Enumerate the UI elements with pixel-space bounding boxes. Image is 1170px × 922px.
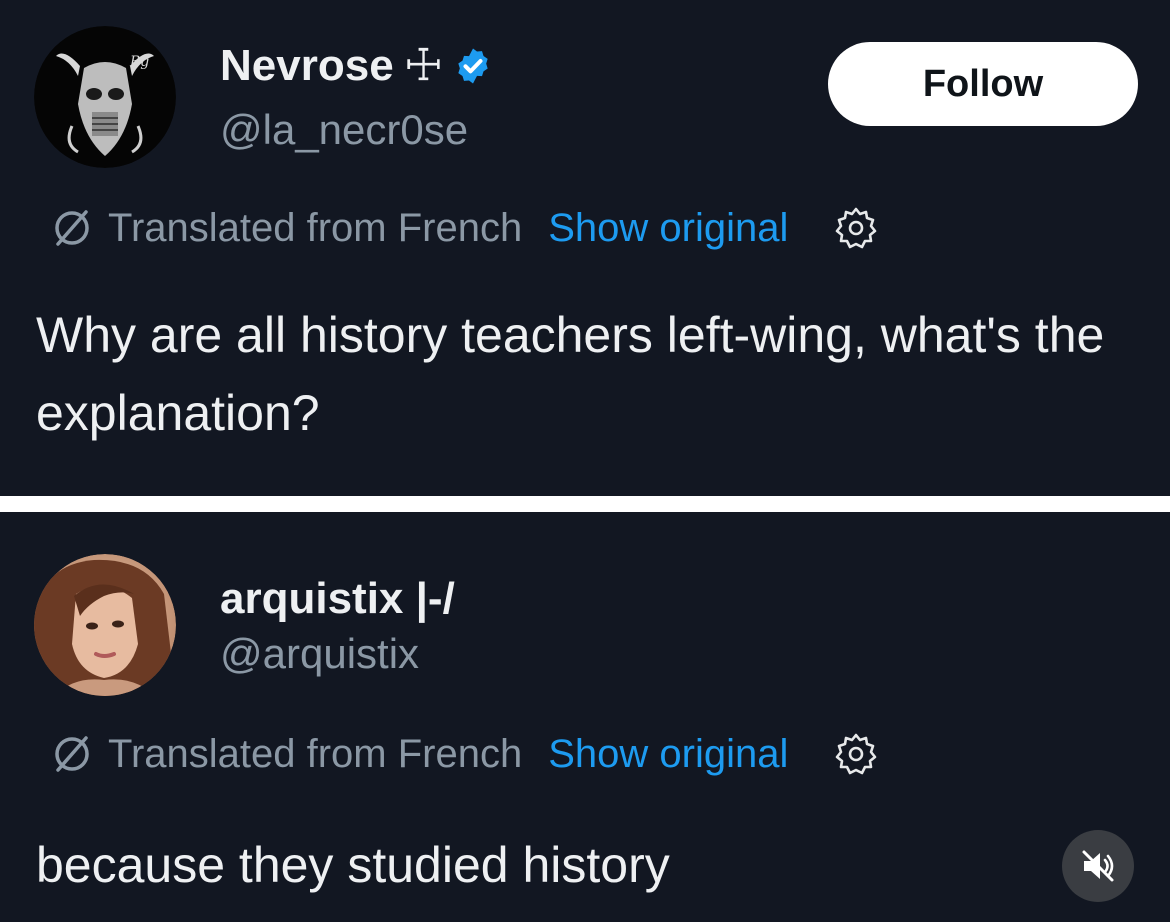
author-name-row[interactable]: arquistix |-/ — [220, 574, 455, 624]
gear-icon[interactable] — [832, 730, 880, 778]
tweet-card-bottom: arquistix |-/ @arquistix Translated from… — [0, 512, 1170, 922]
author-handle[interactable]: @arquistix — [220, 630, 419, 678]
author-name[interactable]: Nevrose — [220, 41, 394, 91]
author-name-row[interactable]: Nevrose ☩ — [220, 40, 493, 91]
avatar[interactable] — [34, 554, 176, 696]
muted-speaker-icon — [1078, 846, 1118, 886]
translated-label: Translated from French — [108, 205, 523, 250]
verified-badge-icon — [453, 46, 493, 86]
show-original-link[interactable]: Show original — [548, 206, 788, 251]
mute-button[interactable] — [1062, 830, 1134, 902]
cross-symbol: ☩ — [403, 41, 444, 90]
profile-photo-icon — [34, 554, 176, 696]
translation-notice: Translated from French Show original — [50, 730, 880, 778]
tweet-card-top: Bg Nevrose ☩ @la_necr0se Follow Translat… — [0, 0, 1170, 496]
svg-text:Bg: Bg — [129, 54, 149, 70]
author-handle[interactable]: @la_necr0se — [220, 106, 468, 154]
follow-button[interactable]: Follow — [828, 42, 1138, 126]
tweet-text: because they studied history — [36, 837, 670, 893]
translation-notice: Translated from French Show original — [50, 204, 880, 252]
translated-label: Translated from French — [108, 731, 523, 776]
translate-slash-icon — [50, 206, 94, 250]
show-original-link[interactable]: Show original — [548, 732, 788, 777]
author-name[interactable]: arquistix |-/ — [220, 574, 455, 624]
tweet-text: Why are all history teachers left-wing, … — [36, 307, 1105, 441]
goat-skull-icon: Bg — [34, 26, 176, 168]
translate-slash-icon — [50, 732, 94, 776]
gear-icon[interactable] — [832, 204, 880, 252]
avatar[interactable]: Bg — [34, 26, 176, 168]
